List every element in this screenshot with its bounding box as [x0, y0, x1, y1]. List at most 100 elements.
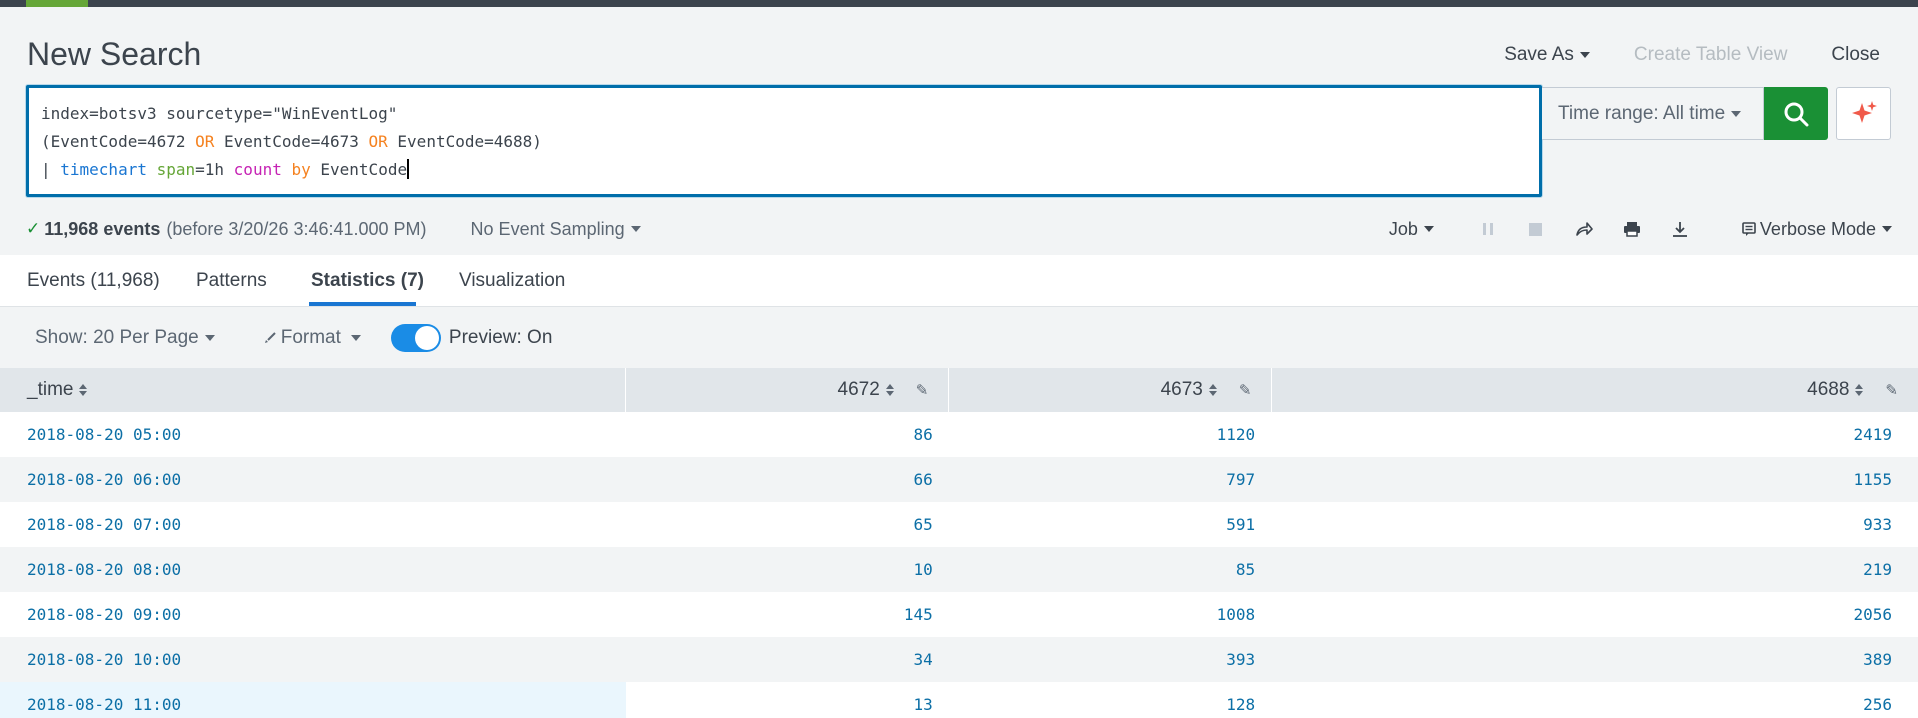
value-cell[interactable]: 2056 [1271, 592, 1918, 637]
search-line-3: | timechart span=1h count by EventCode [41, 156, 1527, 184]
column-header-4673[interactable]: 4673 ✎ [949, 368, 1273, 412]
format-label: Format [280, 327, 341, 348]
search-input[interactable]: index=botsv3 sourcetype="WinEventLog" (E… [26, 85, 1542, 197]
job-status-row: ✓ 11,968 events (before 3/20/26 3:46:41.… [26, 214, 1892, 244]
print-button[interactable] [1608, 214, 1656, 244]
search-icon [1784, 102, 1809, 126]
save-as-label: Save As [1504, 44, 1574, 65]
results-tabs: Events (11,968) Patterns Statistics (7) … [0, 255, 1918, 307]
tab-patterns[interactable]: Patterns [196, 270, 267, 292]
value-cell[interactable]: 85 [949, 547, 1271, 592]
sort-icon [1855, 384, 1864, 396]
close-button[interactable]: Close [1831, 44, 1880, 66]
preview-toggle[interactable] [390, 324, 441, 352]
table-row: 2018-08-20 10:00 34 393 389 [0, 637, 1918, 682]
time-cell[interactable]: 2018-08-20 08:00 [0, 547, 626, 592]
header-actions: Save As Create Table View Close [1460, 44, 1880, 66]
value-cell[interactable]: 393 [949, 637, 1271, 682]
value-cell[interactable]: 1008 [949, 592, 1271, 637]
brush-icon [264, 332, 276, 343]
search-mode-dropdown[interactable]: Verbose Mode [1742, 219, 1892, 240]
value-cell[interactable]: 65 [626, 502, 948, 547]
print-icon [1623, 222, 1640, 237]
value-cell[interactable]: 256 [1271, 682, 1918, 718]
search-text: EventCode=4688) [387, 132, 542, 151]
stop-button[interactable] [1512, 214, 1560, 244]
column-header-4672[interactable]: 4672 ✎ [626, 368, 950, 412]
tab-visualization[interactable]: Visualization [459, 270, 565, 292]
value-cell[interactable]: 86 [626, 412, 948, 457]
create-table-view-button[interactable]: Create Table View [1634, 44, 1788, 66]
time-cell[interactable]: 2018-08-20 06:00 [0, 457, 626, 502]
time-cell[interactable]: 2018-08-20 07:00 [0, 502, 626, 547]
value-cell[interactable]: 797 [949, 457, 1271, 502]
value-cell[interactable]: 34 [626, 637, 948, 682]
chevron-down-icon [350, 335, 361, 341]
column-header-time[interactable]: _time [0, 368, 627, 412]
sort-icon [79, 384, 88, 396]
value-cell[interactable]: 2419 [1271, 412, 1918, 457]
chevron-down-icon [1423, 226, 1434, 232]
download-icon [1672, 222, 1687, 237]
value-cell[interactable]: 66 [626, 457, 948, 502]
event-sampling-dropdown[interactable]: No Event Sampling [471, 219, 641, 240]
value-cell[interactable]: 145 [626, 592, 948, 637]
sparkle-icon [1851, 100, 1877, 123]
column-header-label: 4673 [1160, 379, 1203, 400]
search-command: timechart [60, 160, 147, 179]
table-row: 2018-08-20 08:00 10 85 219 [0, 547, 1918, 592]
value-cell[interactable]: 591 [949, 502, 1271, 547]
column-header-4688[interactable]: 4688 ✎ [1272, 368, 1918, 412]
value-cell[interactable]: 10 [626, 547, 948, 592]
search-argument: span [156, 160, 196, 179]
column-header-label: _time [27, 379, 74, 400]
top-bar-accent [26, 0, 88, 7]
search-mode-label: Verbose Mode [1759, 218, 1876, 239]
time-cell[interactable]: 2018-08-20 05:00 [0, 412, 626, 457]
share-button[interactable] [1560, 214, 1608, 244]
chevron-down-icon [1882, 226, 1892, 232]
save-as-button[interactable]: Save As [1504, 44, 1590, 66]
document-icon [1742, 222, 1756, 236]
job-label: Job [1388, 218, 1418, 239]
tab-statistics[interactable]: Statistics (7) [311, 270, 424, 292]
search-line-2: (EventCode=4672 OR EventCode=4673 OR Eve… [41, 128, 1527, 156]
toggle-knob [414, 326, 439, 350]
pencil-icon[interactable]: ✎ [1239, 381, 1252, 399]
search-button[interactable] [1764, 87, 1828, 140]
value-cell[interactable]: 128 [949, 682, 1271, 718]
chevron-down-icon [1731, 110, 1742, 117]
value-cell[interactable]: 1155 [1271, 457, 1918, 502]
stop-icon [1529, 222, 1543, 236]
time-cell[interactable]: 2018-08-20 10:00 [0, 637, 626, 682]
search-keyword: OR [368, 132, 388, 151]
ai-assistant-button[interactable] [1836, 87, 1891, 140]
value-cell[interactable]: 219 [1271, 547, 1918, 592]
chevron-down-icon [1579, 52, 1590, 58]
time-range-label: Time range: All time [1558, 102, 1726, 124]
time-cell[interactable]: 2018-08-20 11:00 [0, 682, 627, 718]
table-row: 2018-08-20 11:00 13 128 256 [0, 682, 1918, 718]
value-cell[interactable]: 13 [626, 682, 948, 718]
search-text: (EventCode=4672 [41, 132, 196, 151]
pause-button[interactable] [1464, 214, 1512, 244]
tab-events[interactable]: Events (11,968) [27, 270, 160, 292]
table-header: _time 4672 ✎ 4673 ✎ 4688 ✎ [0, 368, 1918, 412]
search-line-1: index=botsv3 sourcetype="WinEventLog" [41, 100, 1527, 128]
time-range-picker[interactable]: Time range: All time [1542, 87, 1764, 140]
value-cell[interactable]: 1120 [949, 412, 1271, 457]
search-time-info: (before 3/20/26 3:46:41.000 PM) [166, 218, 427, 239]
job-menu[interactable]: Job [1389, 219, 1434, 240]
results-toolbar: Show: 20 Per Page Format Preview: On [0, 308, 1918, 368]
rows-per-page-dropdown[interactable]: Show: 20 Per Page [35, 327, 215, 349]
export-button[interactable] [1656, 214, 1704, 244]
pencil-icon[interactable]: ✎ [1885, 381, 1898, 399]
column-header-label: 4672 [837, 379, 880, 400]
table-body: 2018-08-20 05:00 86 1120 2419 2018-08-20 06… [0, 412, 1918, 718]
value-cell[interactable]: 933 [1271, 502, 1918, 547]
pencil-icon[interactable]: ✎ [916, 381, 929, 399]
chevron-down-icon [630, 226, 641, 232]
time-cell[interactable]: 2018-08-20 09:00 [0, 592, 626, 637]
format-dropdown[interactable]: Format [263, 327, 361, 349]
value-cell[interactable]: 389 [1271, 637, 1918, 682]
